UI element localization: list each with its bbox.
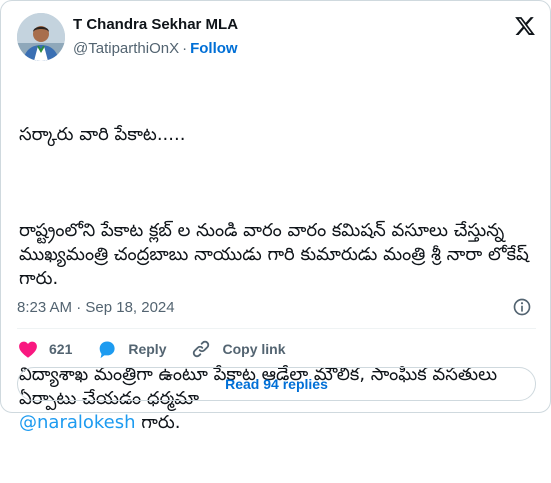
reply-button[interactable]: Reply xyxy=(96,338,166,360)
x-logo-icon[interactable] xyxy=(514,15,536,37)
reply-bubble-icon xyxy=(100,341,115,359)
link-icon xyxy=(193,340,210,358)
tweet-header: T Chandra Sekhar MLA @TatiparthiOnX · Foll… xyxy=(17,13,536,61)
tweet-card: T Chandra Sekhar MLA @TatiparthiOnX · Foll… xyxy=(0,0,551,433)
author-names: T Chandra Sekhar MLA @TatiparthiOnX · Foll… xyxy=(73,15,238,59)
separator-dot: · xyxy=(182,40,188,57)
divider xyxy=(17,328,536,329)
tweet-paragraph: రాష్ట్రంలోని పేకాట క్లబ్ ల నుండి వారం వా… xyxy=(19,220,535,289)
heart-icon xyxy=(19,341,37,358)
mention-suffix: గారు. xyxy=(135,412,181,433)
mention-link[interactable]: @naralokesh xyxy=(19,412,136,433)
action-bar: 621 Reply Copy link xyxy=(17,337,310,361)
tweet-paragraph: సర్కారు వారి పేకాట..... xyxy=(19,124,186,145)
info-icon[interactable] xyxy=(512,297,532,317)
author-display-name[interactable]: T Chandra Sekhar MLA xyxy=(73,15,238,35)
read-replies-button[interactable]: Read 94 replies xyxy=(17,367,536,401)
handle-row: @TatiparthiOnX · Follow xyxy=(73,39,238,59)
follow-button[interactable]: Follow xyxy=(190,40,238,57)
like-count: 621 xyxy=(49,341,73,357)
tweet-text: సర్కారు వారి పేకాట..... రాష్ట్రంలోని పేక… xyxy=(19,75,539,483)
avatar[interactable] xyxy=(17,13,65,61)
copy-link-button[interactable]: Copy link xyxy=(190,338,286,360)
reply-label: Reply xyxy=(128,341,167,357)
author-handle[interactable]: @TatiparthiOnX xyxy=(73,40,179,57)
copy-link-label: Copy link xyxy=(222,341,286,357)
like-button[interactable]: 621 xyxy=(17,338,72,360)
tweet-meta: 8:23 AM · Sep 18, 2024 xyxy=(17,297,536,317)
avatar-image xyxy=(17,13,65,61)
timestamp[interactable]: 8:23 AM · Sep 18, 2024 xyxy=(17,299,175,316)
